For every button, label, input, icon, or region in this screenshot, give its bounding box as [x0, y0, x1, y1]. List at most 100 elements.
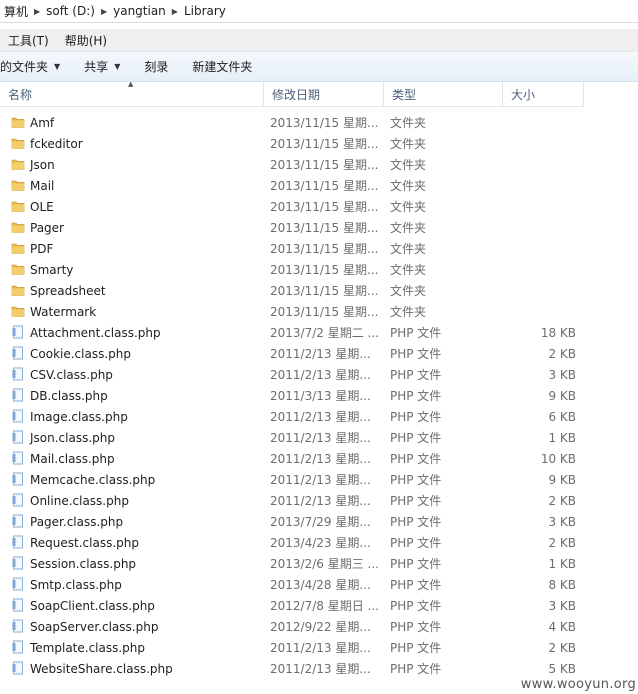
file-row[interactable]: Spreadsheet 2013/11/15 星期... 文件夹 — [0, 280, 638, 301]
breadcrumb-yangtian[interactable]: yangtian — [109, 4, 170, 18]
file-date: 2013/4/28 星期... — [270, 578, 371, 592]
file-name: fckeditor — [30, 136, 83, 151]
file-date: 2011/2/13 星期... — [270, 641, 371, 655]
file-row[interactable]: DB.class.php 2011/3/13 星期... PHP 文件 9 KB — [0, 385, 638, 406]
file-type: 文件夹 — [390, 221, 427, 235]
file-size: 3 KB — [548, 514, 576, 529]
file-row[interactable]: Smtp.class.php 2013/4/28 星期... PHP 文件 8 KB — [0, 574, 638, 595]
file-row[interactable]: Image.class.php 2011/2/13 星期... PHP 文件 6 KB — [0, 406, 638, 427]
burn-button[interactable]: 刻录 — [132, 58, 180, 75]
breadcrumb-separator-icon[interactable]: ▶ — [99, 7, 109, 16]
file-name: Smarty — [30, 262, 74, 277]
file-date: 2011/2/13 星期... — [270, 347, 371, 361]
file-date: 2011/2/13 星期... — [270, 431, 371, 445]
file-size: 6 KB — [548, 409, 576, 424]
file-name: Spreadsheet — [30, 283, 106, 298]
file-row[interactable]: OLE 2013/11/15 星期... 文件夹 — [0, 196, 638, 217]
php-file-icon — [11, 661, 25, 675]
file-row[interactable]: Attachment.class.php 2013/7/2 星期二 ... PHP … — [0, 322, 638, 343]
file-name: Watermark — [30, 304, 97, 319]
burn-label: 刻录 — [144, 60, 169, 74]
folder-icon — [11, 136, 25, 150]
file-name: DB.class.php — [30, 388, 108, 403]
file-row[interactable]: Session.class.php 2013/2/6 星期三 ... PHP 文件 1… — [0, 553, 638, 574]
chevron-down-icon: ▼ — [114, 62, 121, 71]
file-size: 5 KB — [548, 661, 576, 676]
menu-tools[interactable]: 工具(T) — [0, 32, 57, 49]
file-size: 9 KB — [548, 388, 576, 403]
file-row[interactable]: CSV.class.php 2011/2/13 星期... PHP 文件 3 KB — [0, 364, 638, 385]
column-header: ▲ 名称 修改日期 类型 大小 — [0, 80, 584, 107]
file-row[interactable]: Request.class.php 2013/4/23 星期... PHP 文件 2 … — [0, 532, 638, 553]
php-file-icon — [11, 472, 25, 486]
include-in-library-label: 的文件夹 — [0, 60, 49, 74]
file-row[interactable]: SoapClient.class.php 2012/7/8 星期日 ... PHP … — [0, 595, 638, 616]
php-file-icon — [11, 556, 25, 570]
file-name: Pager — [30, 220, 64, 235]
breadcrumb-drive[interactable]: soft (D:) — [42, 4, 99, 18]
file-row[interactable]: Template.class.php 2011/2/13 星期... PHP 文件 2… — [0, 637, 638, 658]
file-row[interactable]: WebsiteShare.class.php 2011/2/13 星期... PHP… — [0, 658, 638, 679]
file-row[interactable]: Mail.class.php 2011/2/13 星期... PHP 文件 10 KB — [0, 448, 638, 469]
file-type: PHP 文件 — [390, 599, 442, 613]
file-row[interactable]: Smarty 2013/11/15 星期... 文件夹 — [0, 259, 638, 280]
file-name: OLE — [30, 199, 54, 214]
file-name: SoapServer.class.php — [30, 619, 159, 634]
file-type: PHP 文件 — [390, 578, 442, 592]
share-button[interactable]: 共享 ▼ — [72, 58, 132, 75]
file-type: 文件夹 — [390, 158, 427, 172]
file-row[interactable]: PDF 2013/11/15 星期... 文件夹 — [0, 238, 638, 259]
column-type-header[interactable]: 类型 — [384, 82, 503, 106]
folder-icon — [11, 304, 25, 318]
file-date: 2013/4/23 星期... — [270, 536, 371, 550]
breadcrumb-computer[interactable]: 算机 — [0, 3, 32, 20]
folder-icon — [11, 220, 25, 234]
file-row[interactable]: Pager.class.php 2013/7/29 星期... PHP 文件 3 KB — [0, 511, 638, 532]
file-row[interactable]: Cookie.class.php 2011/2/13 星期... PHP 文件 2 K… — [0, 343, 638, 364]
file-type: 文件夹 — [390, 305, 427, 319]
include-in-library-button[interactable]: 的文件夹 ▼ — [0, 58, 72, 75]
file-row[interactable]: Json 2013/11/15 星期... 文件夹 — [0, 154, 638, 175]
file-type: 文件夹 — [390, 284, 427, 298]
file-name: Online.class.php — [30, 493, 129, 508]
file-row[interactable]: Memcache.class.php 2011/2/13 星期... PHP 文件 9… — [0, 469, 638, 490]
file-date: 2011/2/13 星期... — [270, 452, 371, 466]
file-date: 2013/11/15 星期... — [270, 158, 379, 172]
file-row[interactable]: Watermark 2013/11/15 星期... 文件夹 — [0, 301, 638, 322]
file-name: SoapClient.class.php — [30, 598, 155, 613]
file-type: PHP 文件 — [390, 494, 442, 508]
new-folder-label: 新建文件夹 — [192, 60, 253, 74]
file-row[interactable]: SoapServer.class.php 2012/9/22 星期... PHP 文… — [0, 616, 638, 637]
sort-ascending-icon: ▲ — [128, 80, 134, 88]
php-file-icon — [11, 367, 25, 381]
menu-help[interactable]: 帮助(H) — [57, 32, 115, 49]
php-file-icon — [11, 346, 25, 360]
file-size: 2 KB — [548, 640, 576, 655]
file-type: PHP 文件 — [390, 410, 442, 424]
watermark-text: www.wooyun.org — [520, 677, 636, 692]
file-date: 2013/11/15 星期... — [270, 137, 379, 151]
file-date: 2011/3/13 星期... — [270, 389, 371, 403]
file-row[interactable]: Online.class.php 2011/2/13 星期... PHP 文件 2 K… — [0, 490, 638, 511]
column-name-header[interactable]: ▲ 名称 — [0, 80, 264, 106]
column-date-header[interactable]: 修改日期 — [264, 82, 384, 106]
file-row[interactable]: Json.class.php 2011/2/13 星期... PHP 文件 1 KB — [0, 427, 638, 448]
new-folder-button[interactable]: 新建文件夹 — [180, 58, 264, 75]
breadcrumb-separator-icon[interactable]: ▶ — [170, 7, 180, 16]
file-row[interactable]: fckeditor 2013/11/15 星期... 文件夹 — [0, 133, 638, 154]
file-type: PHP 文件 — [390, 431, 442, 445]
address-bar[interactable]: 算机 ▶ soft (D:) ▶ yangtian ▶ Library — [0, 0, 638, 23]
php-file-icon — [11, 430, 25, 444]
file-row[interactable]: Pager 2013/11/15 星期... 文件夹 — [0, 217, 638, 238]
file-type: PHP 文件 — [390, 389, 442, 403]
breadcrumb-library[interactable]: Library — [180, 4, 230, 18]
column-size-header[interactable]: 大小 — [503, 82, 584, 106]
file-row[interactable]: Amf 2013/11/15 星期... 文件夹 — [0, 112, 638, 133]
file-name: Attachment.class.php — [30, 325, 161, 340]
file-size: 3 KB — [548, 598, 576, 613]
breadcrumb-separator-icon[interactable]: ▶ — [32, 7, 42, 16]
file-row[interactable]: Mail 2013/11/15 星期... 文件夹 — [0, 175, 638, 196]
file-date: 2013/11/15 星期... — [270, 179, 379, 193]
file-type: 文件夹 — [390, 137, 427, 151]
file-date: 2012/7/8 星期日 ... — [270, 599, 379, 613]
